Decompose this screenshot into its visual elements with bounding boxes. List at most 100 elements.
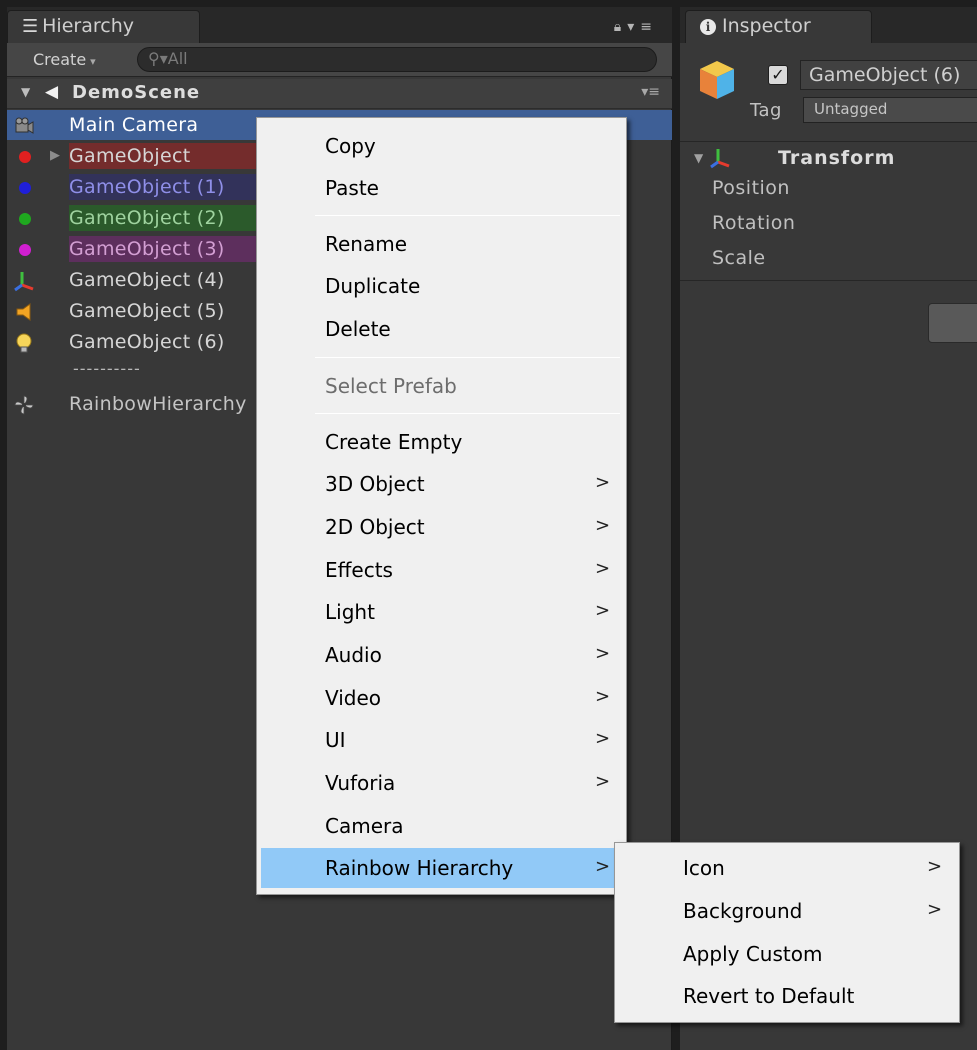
hierarchy-item-label: GameObject (4) (69, 269, 225, 291)
menu-item-label: Audio (325, 643, 382, 667)
hierarchy-list-icon: ☰ (22, 16, 39, 37)
light-bulb-icon (16, 333, 32, 353)
submenu-arrow-icon: > (595, 515, 611, 536)
expand-triangle-icon[interactable]: ▶ (50, 148, 60, 163)
tab-hierarchy[interactable]: ☰ Hierarchy (7, 10, 200, 43)
menu-item-video[interactable]: Video > (261, 678, 622, 718)
menu-item-paste[interactable]: Paste (261, 168, 622, 208)
inspector-tab-bar: i Inspector (680, 7, 977, 43)
divider (680, 141, 977, 142)
context-menu: Copy Paste Rename Duplicate Delete Selec… (256, 117, 627, 895)
menu-item-create-empty[interactable]: Create Empty (261, 422, 622, 462)
menu-separator (315, 357, 620, 358)
menu-item-rainbow-hierarchy[interactable]: Rainbow Hierarchy > (261, 848, 622, 888)
submenu-arrow-icon: > (595, 558, 611, 579)
green-dot-icon (19, 213, 31, 225)
camera-icon (15, 117, 34, 134)
menu-item-delete[interactable]: Delete (261, 309, 622, 349)
submenu-arrow-icon: > (595, 472, 611, 493)
menu-item-label: UI (325, 728, 346, 752)
collapse-triangle-icon[interactable]: ▼ (21, 85, 30, 99)
submenu-item-revert-to-default[interactable]: Revert to Default (619, 976, 955, 1016)
submenu-item-background[interactable]: Background > (619, 891, 955, 931)
active-checkbox[interactable]: ✓ (768, 65, 788, 85)
menu-item-effects[interactable]: Effects > (261, 550, 622, 590)
add-component-button[interactable] (928, 303, 977, 343)
collapse-triangle-icon[interactable]: ▼ (694, 151, 703, 165)
create-label: Create (33, 50, 87, 69)
submenu-arrow-icon: > (595, 600, 611, 621)
menu-item-3d-object[interactable]: 3D Object > (261, 464, 622, 504)
search-icon: ⚲▾ (148, 49, 168, 68)
magenta-dot-icon (19, 244, 31, 256)
object-name-field[interactable]: GameObject (6) (800, 60, 977, 90)
submenu-item-icon[interactable]: Icon > (619, 848, 955, 888)
submenu-arrow-icon: > (595, 856, 611, 877)
menu-item-label: Icon (683, 856, 725, 880)
hierarchy-item-label: RainbowHierarchy (69, 393, 247, 415)
menu-item-label: Rainbow Hierarchy (325, 856, 514, 880)
menu-item-duplicate[interactable]: Duplicate (261, 266, 622, 306)
red-dot-icon (19, 151, 31, 163)
create-dropdown[interactable]: Create ▾ (33, 50, 96, 69)
menu-item-label: Video (325, 686, 382, 710)
scene-menu-icon[interactable]: ▾≡ (641, 84, 660, 100)
pinwheel-icon (14, 395, 34, 415)
submenu-arrow-icon: > (595, 686, 611, 707)
hierarchy-item-label: Main Camera (69, 114, 199, 136)
tag-label: Tag (750, 100, 782, 121)
audio-source-icon (16, 303, 31, 321)
divider (680, 280, 977, 281)
dropdown-arrow-icon: ▾ (90, 55, 96, 68)
submenu-arrow-icon: > (595, 728, 611, 749)
menu-separator (315, 413, 620, 414)
menu-item-vuforia[interactable]: Vuforia > (261, 763, 622, 803)
menu-item-light[interactable]: Light > (261, 592, 622, 632)
unity-logo-icon: ◀ (45, 82, 59, 102)
scene-header[interactable]: ▼ ◀ DemoScene ▾≡ (7, 79, 672, 109)
menu-item-camera[interactable]: Camera (261, 806, 622, 846)
hierarchy-item-label: GameObject (69, 143, 261, 169)
menu-item-ui[interactable]: UI > (261, 720, 622, 760)
lock-icon[interactable]: 🔒︎ (614, 19, 627, 35)
menu-item-label: Revert to Default (683, 984, 855, 1008)
panel-menu-icon[interactable]: ▾≡ (627, 19, 658, 35)
search-input[interactable]: ⚲▾All (137, 47, 657, 72)
menu-item-label: 2D Object (325, 515, 425, 539)
transform-axes-icon (14, 272, 34, 292)
menu-item-select-prefab: Select Prefab (261, 366, 622, 406)
hierarchy-tab-label: Hierarchy (42, 15, 134, 37)
transform-component-header[interactable]: ▼ Transform (680, 143, 977, 175)
menu-item-audio[interactable]: Audio > (261, 635, 622, 675)
tab-inspector[interactable]: i Inspector (685, 10, 872, 43)
rainbow-hierarchy-submenu: Icon > Background > Apply Custom Revert to… (614, 842, 960, 1023)
menu-item-rename[interactable]: Rename (261, 224, 622, 264)
hierarchy-item-label: GameObject (3) (69, 236, 261, 262)
submenu-item-apply-custom[interactable]: Apply Custom (619, 934, 955, 974)
menu-item-label: Light (325, 600, 375, 624)
property-rotation-label: Rotation (712, 212, 796, 234)
menu-item-label: Background (683, 899, 803, 923)
info-icon: i (700, 19, 716, 35)
menu-item-label: Paste (325, 176, 379, 200)
menu-item-2d-object[interactable]: 2D Object > (261, 507, 622, 547)
menu-item-label: Vuforia (325, 771, 396, 795)
search-placeholder: All (167, 49, 188, 68)
scene-name: DemoScene (72, 82, 201, 103)
menu-item-label: Effects (325, 558, 393, 582)
menu-item-label: Copy (325, 134, 376, 158)
menu-separator (315, 215, 620, 216)
component-name: Transform (778, 147, 896, 169)
menu-item-label: Camera (325, 814, 404, 838)
menu-item-label: 3D Object (325, 472, 425, 496)
menu-item-copy[interactable]: Copy (261, 126, 622, 166)
hierarchy-tab-bar: ☰ Hierarchy 🔒︎▾≡ (7, 7, 672, 43)
inspector-tab-label: Inspector (722, 15, 811, 37)
menu-item-label: Create Empty (325, 430, 463, 454)
menu-item-label: Select Prefab (325, 374, 457, 398)
hierarchy-item-label: GameObject (1) (69, 174, 261, 200)
submenu-arrow-icon: > (595, 771, 611, 792)
menu-item-label: Duplicate (325, 274, 421, 298)
separator-label: ---------- (73, 359, 141, 378)
tag-dropdown[interactable]: Untagged (803, 97, 977, 123)
